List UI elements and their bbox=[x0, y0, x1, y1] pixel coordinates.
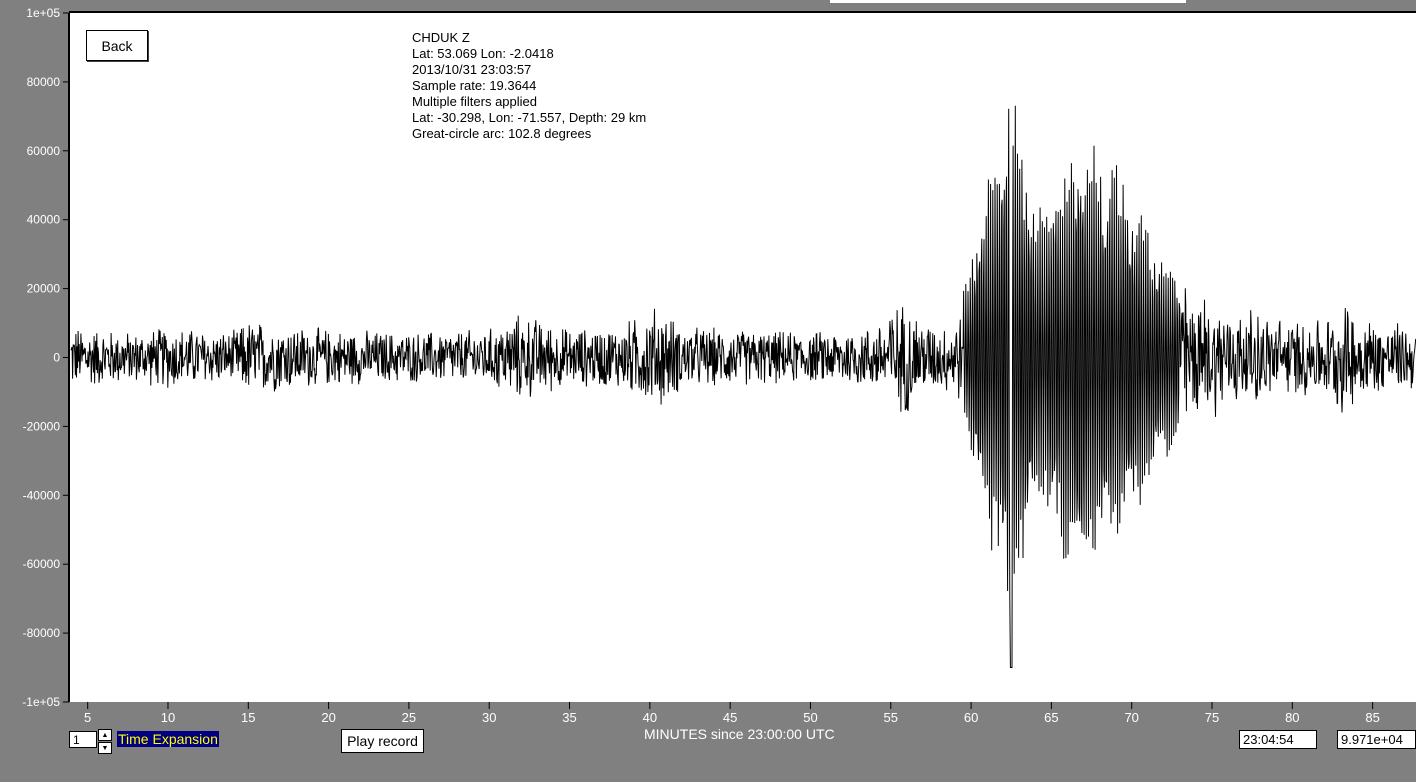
cursor-time-readout: 23:04:54 bbox=[1239, 730, 1317, 749]
x-tick-label: 20 bbox=[321, 710, 335, 725]
time-expansion-label: Time Expansion bbox=[117, 731, 219, 747]
station-info-line: Sample rate: 19.3644 bbox=[412, 78, 536, 93]
y-tick-label: 40000 bbox=[27, 213, 61, 227]
top-scroll-bar[interactable] bbox=[830, 0, 1186, 3]
y-tick-label: -40000 bbox=[23, 488, 61, 502]
x-tick-label: 40 bbox=[643, 710, 657, 725]
station-info-line: 2013/10/31 23:03:57 bbox=[412, 62, 531, 77]
y-axis-ticks: 1e+05 80000 60000 40000 20000 0 -20000 -40000 -6… bbox=[22, 6, 69, 709]
x-tick-label: 35 bbox=[562, 710, 576, 725]
x-tick-label: 80 bbox=[1285, 710, 1299, 725]
x-tick-label: 15 bbox=[241, 710, 255, 725]
y-tick-label: -60000 bbox=[23, 557, 61, 571]
x-tick-label: 10 bbox=[161, 710, 175, 725]
x-tick-label: 25 bbox=[402, 710, 416, 725]
x-tick-label: 65 bbox=[1044, 710, 1058, 725]
expansion-input[interactable]: 1 bbox=[69, 731, 97, 748]
x-axis-title: MINUTES since 23:00:00 UTC bbox=[644, 726, 835, 742]
seismogram-chart: 1e+05 80000 60000 40000 20000 0 -20000 -40000 -6… bbox=[22, 6, 1416, 725]
back-button[interactable]: Back bbox=[86, 30, 148, 61]
y-tick-label: 80000 bbox=[27, 75, 61, 89]
y-tick-label: 1e+05 bbox=[26, 6, 60, 20]
x-tick-label: 70 bbox=[1124, 710, 1138, 725]
station-info-line: Multiple filters applied bbox=[412, 94, 537, 109]
y-tick-label: 60000 bbox=[27, 144, 61, 158]
x-tick-label: 60 bbox=[964, 710, 978, 725]
play-record-button[interactable]: Play record bbox=[341, 729, 424, 753]
y-tick-label: -1e+05 bbox=[22, 695, 60, 709]
x-tick-label: 5 bbox=[84, 710, 91, 725]
x-tick-label: 50 bbox=[803, 710, 817, 725]
y-tick-label: 20000 bbox=[27, 282, 61, 296]
station-info-line: Lat: 53.069 Lon: -2.0418 bbox=[412, 46, 554, 61]
y-tick-label: -80000 bbox=[23, 626, 61, 640]
station-info-line: Great-circle arc: 102.8 degrees bbox=[412, 126, 592, 141]
cursor-amplitude-readout: 9.971e+04 bbox=[1337, 730, 1416, 749]
spin-down-arrow-icon[interactable]: ▼ bbox=[98, 742, 112, 754]
x-tick-label: 30 bbox=[482, 710, 496, 725]
spin-up-arrow-icon[interactable]: ▲ bbox=[98, 729, 112, 741]
y-tick-label: -20000 bbox=[23, 419, 61, 433]
y-tick-label: 0 bbox=[53, 351, 60, 365]
x-tick-label: 85 bbox=[1365, 710, 1379, 725]
station-info-line: CHDUK Z bbox=[412, 30, 470, 45]
x-axis-ticks: 5 10 15 20 25 30 35 40 45 50 55 60 65 70 75 80 85 bbox=[84, 702, 1380, 725]
station-info-line: Lat: -30.298, Lon: -71.557, Depth: 29 km bbox=[412, 110, 646, 125]
x-tick-label: 55 bbox=[884, 710, 898, 725]
x-tick-label: 45 bbox=[723, 710, 737, 725]
x-tick-label: 75 bbox=[1205, 710, 1219, 725]
